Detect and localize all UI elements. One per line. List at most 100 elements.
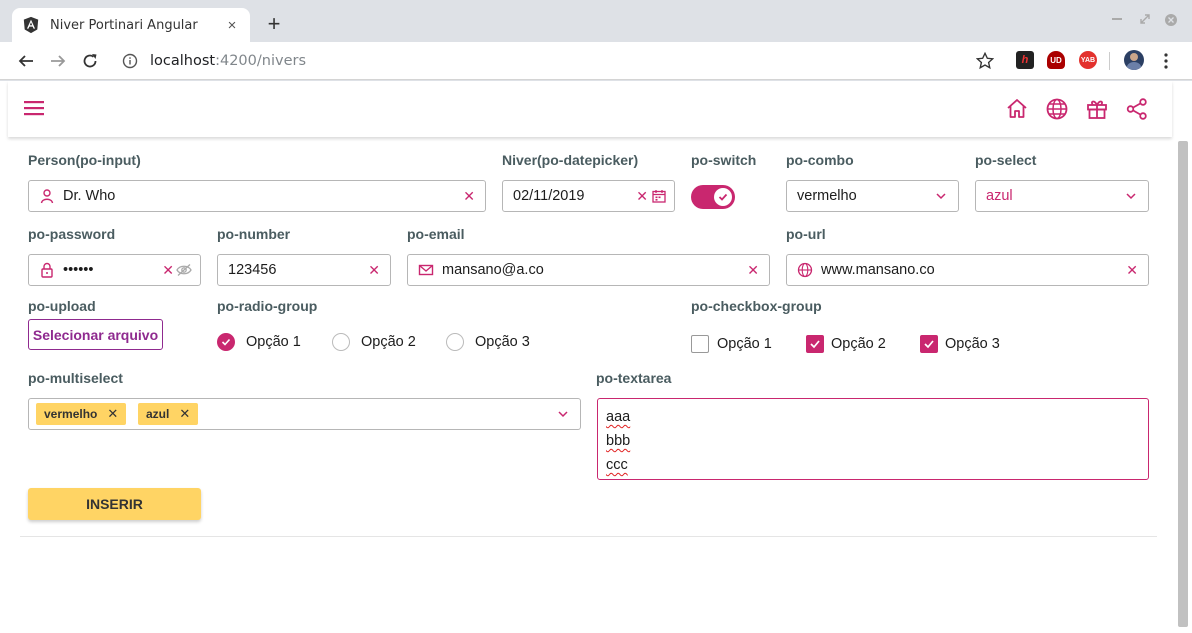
niver-datepicker[interactable]: 02/11/2019 ✕ [502, 180, 675, 212]
po-password[interactable]: •••••• ✕ [28, 254, 201, 286]
chip-remove-icon[interactable]: ✕ [107, 406, 118, 422]
radio-option-2-label: Opção 2 [361, 334, 416, 350]
profile-avatar[interactable] [1124, 50, 1144, 70]
maximize-icon[interactable] [1140, 14, 1150, 24]
checkbox-option-3-label: Opção 3 [945, 336, 1000, 352]
radio-option-1-label: Opção 1 [246, 334, 301, 350]
po-combo[interactable]: vermelho [786, 180, 959, 212]
checkbox-option-2-label: Opção 2 [831, 336, 886, 352]
app-header [8, 81, 1172, 137]
reload-button[interactable] [74, 45, 106, 77]
password-value: •••••• [63, 262, 94, 278]
switch-label: po-switch [691, 152, 757, 168]
email-label: po-email [407, 226, 465, 242]
tab-title: Niver Portinari Angular [50, 17, 198, 33]
gift-icon[interactable] [1085, 97, 1109, 121]
textarea-label: po-textarea [596, 370, 672, 386]
po-switch-toggle[interactable] [691, 185, 735, 209]
clear-icon[interactable]: ✕ [747, 262, 759, 279]
browser-tab-strip: Niver Portinari Angular × + [0, 0, 1192, 42]
hamburger-menu-icon[interactable] [24, 100, 44, 116]
radio-option-2[interactable] [332, 333, 350, 351]
clear-icon[interactable]: ✕ [368, 262, 380, 279]
password-label: po-password [28, 226, 116, 242]
reload-icon [83, 54, 97, 68]
extension-h-icon[interactable]: h [1016, 51, 1034, 69]
select-file-button[interactable]: Selecionar arquivo [28, 319, 163, 350]
checkbox-option-1[interactable] [691, 335, 709, 353]
new-tab-button[interactable]: + [262, 13, 286, 35]
chip-container: vermelho ✕ azul ✕ [36, 399, 556, 429]
po-textarea[interactable]: aaa bbb ccc [597, 398, 1149, 480]
eye-off-icon[interactable] [176, 263, 192, 277]
textarea-line: ccc [606, 457, 628, 473]
address-bar[interactable]: localhost:4200/nivers [112, 46, 1005, 76]
radio-option-3[interactable] [446, 333, 464, 351]
clear-icon[interactable]: ✕ [1126, 262, 1138, 279]
chip-azul: azul ✕ [138, 403, 199, 425]
url-text: localhost:4200/nivers [150, 53, 306, 69]
person-input[interactable]: Dr. Who ✕ [28, 180, 486, 212]
extension-ublock-icon[interactable]: UD [1047, 51, 1065, 69]
share-icon[interactable] [1125, 97, 1149, 121]
combo-value: vermelho [797, 188, 857, 204]
user-icon [40, 189, 54, 204]
check-icon [718, 193, 728, 201]
lock-icon [41, 262, 53, 278]
radio-group-label: po-radio-group [217, 298, 318, 314]
check-icon [810, 340, 820, 349]
upload-label: po-upload [28, 298, 96, 314]
check-icon [221, 338, 231, 346]
po-email[interactable]: mansano@a.co ✕ [407, 254, 770, 286]
globe-icon[interactable] [1045, 97, 1069, 121]
menu-kebab-icon[interactable] [1161, 53, 1171, 69]
chip-vermelho: vermelho ✕ [36, 403, 127, 425]
browser-toolbar: localhost:4200/nivers h UD YAB [0, 42, 1192, 80]
minimize-icon[interactable] [1112, 18, 1122, 22]
select-value: azul [986, 188, 1013, 204]
bookmark-star-icon[interactable] [976, 52, 994, 70]
clear-icon[interactable]: ✕ [463, 188, 475, 205]
chevron-down-icon[interactable] [934, 189, 948, 203]
po-select[interactable]: azul [975, 180, 1149, 212]
tab-close-icon[interactable]: × [224, 17, 240, 34]
multiselect-label: po-multiselect [28, 370, 123, 386]
select-label: po-select [975, 152, 1037, 168]
url-value: www.mansano.co [821, 262, 935, 278]
browser-tab[interactable]: Niver Portinari Angular × [12, 8, 250, 42]
radio-option-3-label: Opção 3 [475, 334, 530, 350]
niver-label: Niver(po-datepicker) [502, 152, 639, 168]
chip-label: vermelho [44, 407, 98, 421]
angular-favicon-icon [23, 16, 39, 34]
email-value: mansano@a.co [442, 262, 544, 278]
page-viewport: Person(po-input) Dr. Who ✕ Niver(po-date… [0, 81, 1192, 633]
po-multiselect[interactable]: vermelho ✕ azul ✕ [28, 398, 581, 430]
chip-remove-icon[interactable]: ✕ [179, 406, 190, 422]
checkbox-option-2[interactable] [806, 335, 824, 353]
extension-yab-icon[interactable]: YAB [1079, 51, 1097, 69]
back-button[interactable] [10, 45, 42, 77]
combo-label: po-combo [786, 152, 854, 168]
home-icon[interactable] [1005, 97, 1029, 121]
clear-icon[interactable]: ✕ [162, 262, 174, 279]
calendar-icon[interactable] [652, 189, 666, 203]
url-label: po-url [786, 226, 826, 242]
textarea-line: bbb [606, 433, 631, 449]
textarea-line: aaa [606, 409, 631, 425]
po-number[interactable]: 123456 ✕ [217, 254, 391, 286]
chevron-down-icon[interactable] [1124, 189, 1138, 203]
person-value: Dr. Who [63, 188, 116, 204]
insert-button[interactable]: INSERIR [28, 488, 201, 520]
checkbox-option-3[interactable] [920, 335, 938, 353]
clear-icon[interactable]: ✕ [636, 188, 648, 205]
window-close-icon[interactable] [1165, 14, 1177, 26]
radio-option-1[interactable] [217, 333, 235, 351]
po-url[interactable]: www.mansano.co ✕ [786, 254, 1149, 286]
person-label: Person(po-input) [28, 152, 141, 168]
page-scrollbar[interactable] [1178, 141, 1188, 627]
switch-knob [714, 188, 732, 206]
forward-arrow-icon [51, 55, 66, 67]
chevron-down-icon[interactable] [556, 407, 570, 421]
toolbar-divider [1109, 52, 1110, 70]
forward-button[interactable] [42, 45, 74, 77]
